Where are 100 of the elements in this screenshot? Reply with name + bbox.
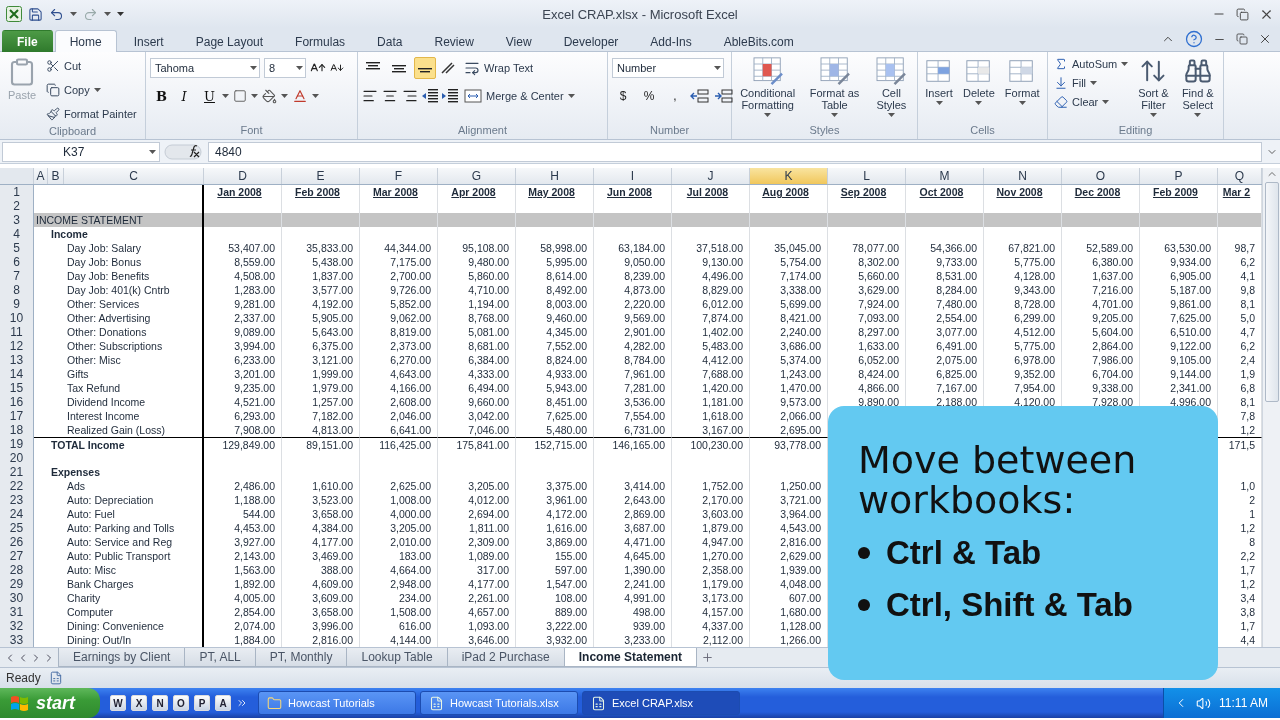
table-brush-icon (752, 57, 783, 85)
quick-launch-icon[interactable]: A (215, 695, 231, 711)
column-header[interactable]: E (282, 168, 360, 184)
ribbon-tab[interactable]: Page Layout (180, 30, 279, 52)
align-lines-icon (392, 62, 406, 74)
vertical-align-button[interactable] (414, 57, 436, 79)
comma-button[interactable]: , (664, 85, 686, 107)
clipboard-command[interactable]: Cut (44, 55, 139, 77)
column-header[interactable]: K (750, 168, 828, 184)
quick-launch-icon[interactable]: N (152, 695, 168, 711)
cells-command[interactable]: Insert (922, 55, 956, 124)
column-header[interactable]: P (1140, 168, 1218, 184)
ribbon-tab[interactable]: View (490, 30, 547, 52)
taskbar-button[interactable]: Excel CRAP.xlsx (582, 691, 740, 715)
font-style-button[interactable]: I (174, 85, 194, 107)
align-right-icon[interactable] (402, 88, 418, 104)
spreadsheet-icon (429, 695, 444, 711)
column-header[interactable]: A (34, 168, 48, 184)
indent-icon (422, 89, 438, 103)
column-header[interactable]: M (906, 168, 984, 184)
sigma-icon (1054, 56, 1068, 71)
more-icon[interactable] (236, 697, 248, 709)
quick-launch-icon[interactable]: P (194, 695, 210, 711)
editing-command[interactable]: AutoSum (1052, 55, 1131, 72)
caret-icon (714, 66, 721, 70)
font-style-button[interactable]: B (150, 85, 170, 107)
table-brush-icon (819, 57, 850, 85)
column-header[interactable]: I (594, 168, 672, 184)
speaker-icon[interactable] (1196, 695, 1212, 711)
quick-launch-icon[interactable]: O (173, 695, 189, 711)
quick-launch-icon[interactable]: X (131, 695, 147, 711)
editing-command[interactable]: Sort & Filter (1134, 55, 1173, 124)
border-icon[interactable] (233, 89, 247, 103)
ribbon-tab[interactable]: AbleBits.com (708, 30, 809, 52)
caret-icon (764, 113, 772, 117)
caret-icon (281, 94, 288, 98)
caret-icon (296, 66, 303, 70)
formula-field[interactable]: 4840 (208, 141, 1262, 162)
quick-launch-icon[interactable]: W (110, 695, 126, 711)
align-center-icon[interactable] (382, 88, 398, 104)
function-icon[interactable] (164, 142, 204, 161)
restore-icon[interactable] (1236, 33, 1248, 45)
clipboard-command[interactable]: Copy (44, 79, 139, 101)
text-angle-icon[interactable] (440, 61, 458, 75)
fill-bucket-icon[interactable] (262, 88, 277, 104)
column-header[interactable]: L (828, 168, 906, 184)
number-format-field[interactable]: Number (612, 58, 724, 78)
column-header[interactable]: D (204, 168, 282, 184)
font-color-icon[interactable] (292, 88, 308, 104)
align-left-icon[interactable] (362, 88, 378, 104)
editing-command[interactable]: Clear (1052, 93, 1131, 110)
wrap-text-button[interactable]: Wrap Text (462, 57, 536, 79)
styles-command[interactable]: Cell Styles (869, 55, 913, 124)
caret-icon (1194, 113, 1202, 117)
undo-icon[interactable] (49, 6, 64, 22)
ribbon-tab[interactable]: Home (54, 30, 117, 52)
taskbar-button[interactable]: Howcast Tutorials.xlsx (420, 691, 578, 715)
font-name-field[interactable]: Tahoma (150, 58, 260, 78)
styles-command[interactable]: Format as Table (803, 55, 866, 124)
ribbon-tab[interactable]: Insert (118, 30, 179, 52)
name-box[interactable]: K37 (2, 141, 160, 162)
save-icon[interactable] (28, 6, 43, 22)
ribbon-tab[interactable]: Add-Ins (635, 30, 707, 52)
font-style-button[interactable]: U (198, 85, 218, 107)
currency-button[interactable]: $ (612, 85, 634, 107)
start-button[interactable]: start (0, 688, 100, 718)
merge-center-button[interactable]: Merge & Center (462, 85, 577, 107)
column-header[interactable]: F (360, 168, 438, 184)
column-header[interactable]: N (984, 168, 1062, 184)
ribbon-tab[interactable]: Developer (548, 30, 634, 52)
ribbon-tab[interactable]: Data (362, 30, 418, 52)
restore-icon[interactable] (1236, 7, 1249, 21)
editing-command[interactable]: Find & Select (1176, 55, 1219, 124)
record-macro-icon[interactable] (48, 671, 63, 685)
ribbon-tab[interactable]: File (2, 30, 53, 52)
ribbon-tab[interactable]: Review (419, 30, 489, 52)
close-icon[interactable] (1258, 32, 1272, 46)
styles-command[interactable]: Conditional Formatting (736, 55, 800, 124)
font-size-field[interactable]: 8 (264, 58, 306, 78)
clipboard-command[interactable]: Format Painter (44, 103, 139, 125)
help-icon[interactable] (1185, 30, 1203, 48)
cells-command[interactable]: Delete (960, 55, 998, 124)
new-sheet-icon[interactable] (701, 651, 715, 664)
table-brush-icon (876, 57, 907, 85)
sheet-tab[interactable]: Earnings by Client (58, 648, 186, 667)
scrollbar-thumb[interactable] (1264, 182, 1279, 402)
cells-command[interactable]: Format (1001, 55, 1043, 124)
taskbar-button[interactable]: Howcast Tutorials (258, 691, 416, 715)
ribbon-tab[interactable]: Formulas (280, 30, 361, 52)
percent-button[interactable]: % (638, 85, 660, 107)
column-header[interactable]: H (516, 168, 594, 184)
column-header[interactable]: O (1062, 168, 1140, 184)
sheet-tab[interactable]: Income Statement (563, 648, 698, 667)
caret-icon (1102, 99, 1110, 104)
column-header[interactable]: C (64, 168, 204, 184)
spreadsheet-icon (591, 695, 606, 711)
editing-command[interactable]: Fill (1052, 74, 1131, 91)
brush-icon (46, 107, 60, 121)
column-header[interactable]: B (48, 168, 64, 184)
column-header[interactable]: G (438, 168, 516, 184)
